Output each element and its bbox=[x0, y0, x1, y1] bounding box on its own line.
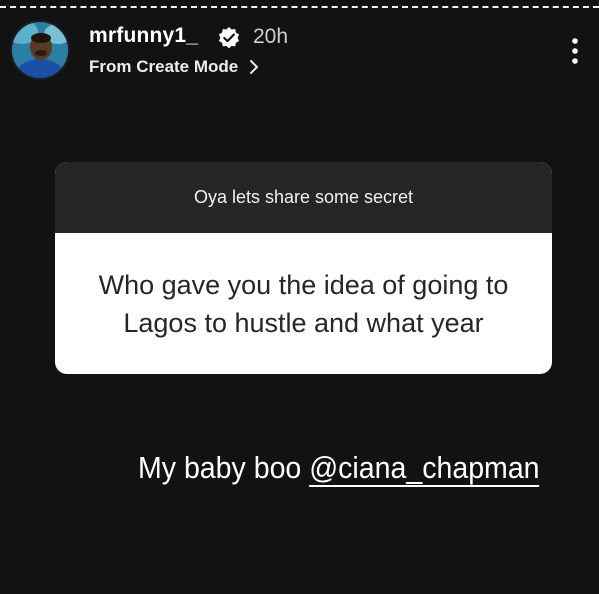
reply-text: My baby boo @ciana_chapman bbox=[138, 450, 540, 487]
reply-message: My baby boo bbox=[138, 450, 310, 485]
username[interactable]: mrfunny1_ bbox=[89, 24, 198, 48]
question-text: Who gave you the idea of going to Lagos … bbox=[98, 269, 509, 338]
chevron-right-icon bbox=[250, 60, 259, 74]
avatar[interactable] bbox=[12, 22, 68, 78]
create-mode-link[interactable]: From Create Mode bbox=[89, 57, 260, 77]
story-header: mrfunny1_ 20h From Create Mode bbox=[12, 22, 599, 82]
more-vertical-icon[interactable] bbox=[569, 36, 581, 66]
question-sticker[interactable]: Oya lets share some secret Who gave you … bbox=[55, 162, 552, 374]
post-time: 20h bbox=[253, 25, 289, 48]
create-mode-label: From Create Mode bbox=[89, 57, 239, 76]
story-progress-bar bbox=[0, 6, 599, 8]
question-body: Who gave you the idea of going to Lagos … bbox=[55, 233, 552, 374]
question-prompt: Oya lets share some secret bbox=[55, 162, 552, 233]
mention-link[interactable]: @ciana_chapman bbox=[309, 450, 540, 487]
verified-badge-icon bbox=[217, 26, 241, 50]
